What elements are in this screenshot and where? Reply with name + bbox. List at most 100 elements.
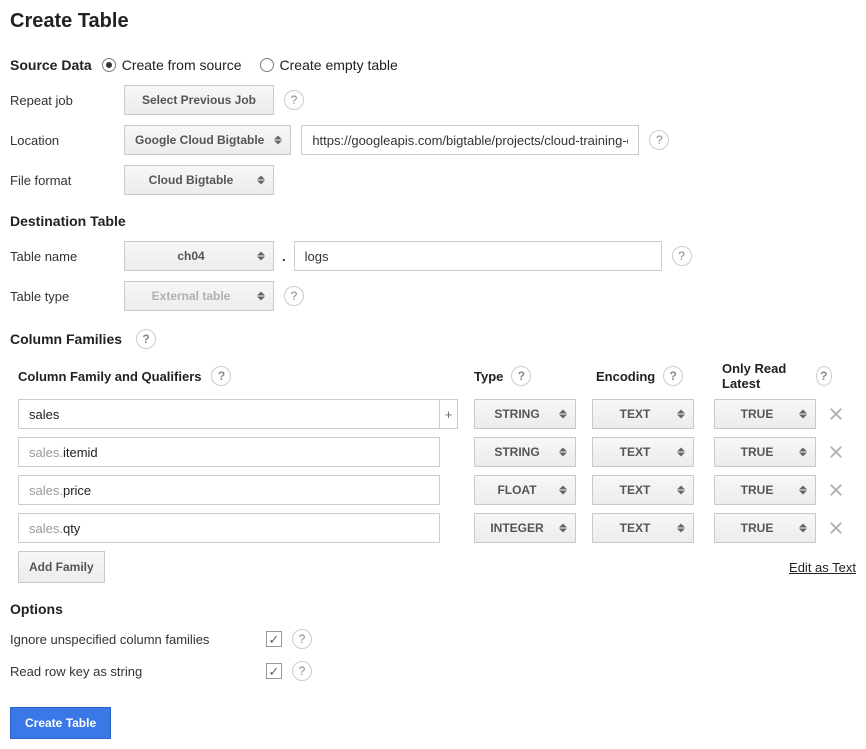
repeat-job-label: Repeat job — [10, 93, 124, 108]
cf-col-cfq: Column Family and Qualifiers — [18, 369, 201, 384]
remove-row-button[interactable] — [822, 475, 850, 505]
radio-create-empty[interactable]: Create empty table — [260, 57, 398, 73]
select-value: TRUE — [725, 445, 805, 459]
ignore-unspec-checkbox[interactable]: ✓ — [266, 631, 282, 647]
select-value: External table — [135, 289, 263, 303]
orl-select[interactable]: TRUE — [714, 513, 816, 543]
type-select[interactable]: STRING — [474, 399, 576, 429]
updown-icon — [799, 448, 807, 457]
type-select[interactable]: FLOAT — [474, 475, 576, 505]
encoding-select[interactable]: TEXT — [592, 475, 694, 505]
help-icon[interactable]: ? — [511, 366, 531, 386]
format-select[interactable]: Cloud Bigtable — [124, 165, 274, 195]
add-qualifier-button[interactable]: + — [440, 399, 458, 429]
format-label: File format — [10, 173, 124, 188]
updown-icon — [677, 486, 685, 495]
radio-label: Create from source — [122, 57, 242, 73]
close-icon — [829, 483, 843, 497]
create-table-button[interactable]: Create Table — [10, 707, 111, 739]
cf-heading: Column Families ? — [10, 329, 856, 349]
remove-row-button[interactable] — [822, 513, 850, 543]
cf-row: sales.qty INTEGER TEXT TRUE — [18, 513, 856, 543]
orl-select[interactable]: TRUE — [714, 399, 816, 429]
radio-icon — [260, 58, 274, 72]
updown-icon — [677, 448, 685, 457]
select-value: FLOAT — [485, 483, 565, 497]
help-icon[interactable]: ? — [211, 366, 231, 386]
encoding-select[interactable]: TEXT — [592, 437, 694, 467]
encoding-select[interactable]: TEXT — [592, 399, 694, 429]
page-title: Create Table — [10, 10, 856, 33]
radio-label: Create empty table — [280, 57, 398, 73]
options-heading: Options — [10, 601, 856, 617]
cf-input[interactable]: sales — [18, 399, 440, 429]
select-value: STRING — [485, 445, 565, 459]
updown-icon — [799, 410, 807, 419]
cf-row: sales + STRING TEXT TRUE — [18, 399, 856, 429]
remove-row-button[interactable] — [822, 437, 850, 467]
prefix-text: sales. — [29, 445, 63, 460]
select-value: TEXT — [603, 407, 683, 421]
radio-create-from-source[interactable]: Create from source — [102, 57, 242, 73]
destination-heading: Destination Table — [10, 213, 856, 229]
type-select[interactable]: INTEGER — [474, 513, 576, 543]
cf-col-encoding: Encoding — [596, 369, 655, 384]
remove-row-button[interactable] — [822, 399, 850, 429]
help-icon[interactable]: ? — [672, 246, 692, 266]
cf-value: itemid — [63, 445, 98, 460]
help-icon[interactable]: ? — [292, 661, 312, 681]
help-icon[interactable]: ? — [292, 629, 312, 649]
select-value: TEXT — [603, 445, 683, 459]
cf-col-type: Type — [474, 369, 503, 384]
cf-input[interactable]: sales.price — [18, 475, 440, 505]
table-name-input[interactable] — [294, 241, 662, 271]
add-family-button[interactable]: Add Family — [18, 551, 105, 583]
help-icon[interactable]: ? — [649, 130, 669, 150]
cf-value: price — [63, 483, 91, 498]
help-icon[interactable]: ? — [284, 286, 304, 306]
select-value: Cloud Bigtable — [135, 173, 263, 187]
edit-as-text-link[interactable]: Edit as Text — [789, 560, 856, 575]
updown-icon — [677, 524, 685, 533]
source-mode-radio-group: Create from source Create empty table — [102, 57, 398, 73]
select-value: STRING — [485, 407, 565, 421]
close-icon — [829, 521, 843, 535]
encoding-select[interactable]: TEXT — [592, 513, 694, 543]
prefix-text: sales. — [29, 483, 63, 498]
rowkey-string-checkbox[interactable]: ✓ — [266, 663, 282, 679]
ignore-unspec-label: Ignore unspecified column families — [10, 632, 266, 647]
orl-select[interactable]: TRUE — [714, 475, 816, 505]
type-select[interactable]: STRING — [474, 437, 576, 467]
help-icon[interactable]: ? — [816, 366, 833, 386]
select-value: TRUE — [725, 483, 805, 497]
select-value: ch04 — [135, 249, 263, 263]
cf-value: qty — [63, 521, 80, 536]
updown-icon — [559, 524, 567, 533]
select-previous-job-button[interactable]: Select Previous Job — [124, 85, 274, 115]
separator-dot: . — [282, 249, 286, 264]
close-icon — [829, 445, 843, 459]
select-value: TRUE — [725, 521, 805, 535]
cf-value: sales — [29, 407, 59, 422]
select-value: TRUE — [725, 407, 805, 421]
source-heading: Source Data Create from source Create em… — [10, 57, 856, 73]
dataset-select[interactable]: ch04 — [124, 241, 274, 271]
updown-icon — [257, 176, 265, 185]
help-icon[interactable]: ? — [284, 90, 304, 110]
select-value: INTEGER — [485, 521, 565, 535]
orl-select[interactable]: TRUE — [714, 437, 816, 467]
updown-icon — [677, 410, 685, 419]
updown-icon — [799, 486, 807, 495]
updown-icon — [559, 410, 567, 419]
radio-icon — [102, 58, 116, 72]
cf-input[interactable]: sales.qty — [18, 513, 440, 543]
location-select[interactable]: Google Cloud Bigtable — [124, 125, 291, 155]
help-icon[interactable]: ? — [136, 329, 156, 349]
updown-icon — [274, 136, 282, 145]
updown-icon — [559, 448, 567, 457]
location-input[interactable] — [301, 125, 639, 155]
cf-row: sales.itemid STRING TEXT TRUE — [18, 437, 856, 467]
updown-icon — [559, 486, 567, 495]
help-icon[interactable]: ? — [663, 366, 683, 386]
cf-input[interactable]: sales.itemid — [18, 437, 440, 467]
